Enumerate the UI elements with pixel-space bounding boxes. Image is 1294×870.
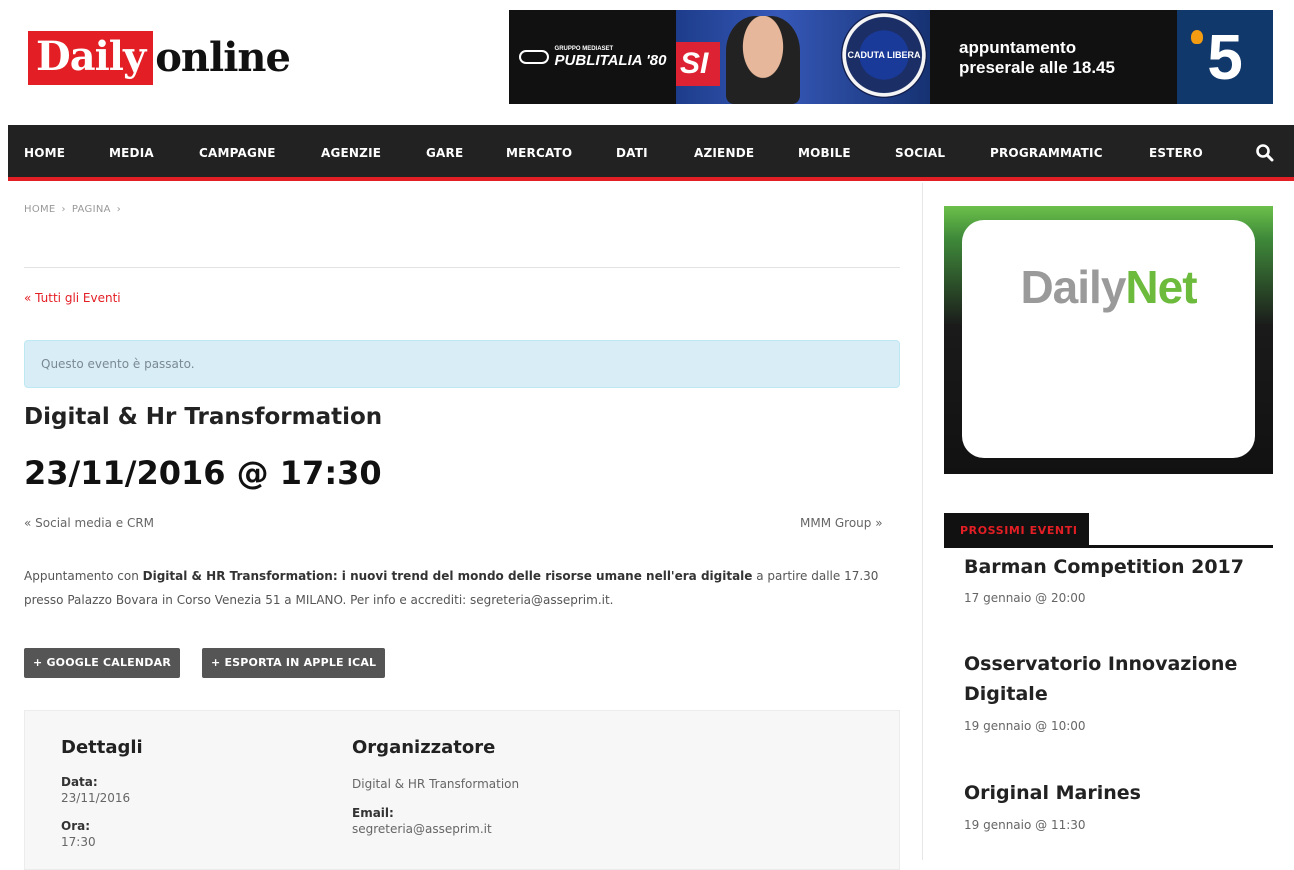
site-logo[interactable]: Daily online <box>28 26 291 90</box>
event-details-box: Dettagli Data: 23/11/2016 Ora: 17:30 Org… <box>24 710 900 870</box>
divider <box>24 267 900 268</box>
banner-text-line2: preserale alle 18.45 <box>959 58 1115 77</box>
nav-item-campagne[interactable]: CAMPAGNE <box>199 125 276 181</box>
banner-text-line1: appuntamento <box>959 38 1077 57</box>
dailynet-ad[interactable]: DailyNet <box>944 206 1273 474</box>
breadcrumb-page[interactable]: PAGINA <box>72 204 111 215</box>
nav-item-mercato[interactable]: MERCATO <box>506 125 572 181</box>
upcoming-event-title-line2: Digitale <box>964 683 1048 705</box>
nav-item-programmatic[interactable]: PROGRAMMATIC <box>990 125 1103 181</box>
banner-si-text: SI <box>676 42 720 86</box>
description-intro: Appuntamento con <box>24 569 143 583</box>
upcoming-event-title-line1: Osservatorio Innovazione <box>964 653 1238 675</box>
breadcrumb-home[interactable]: HOME <box>24 204 56 215</box>
presenter-photo <box>726 16 800 104</box>
event-passed-notice: Questo evento è passato. <box>24 340 900 388</box>
organizer-name[interactable]: Digital & HR Transformation <box>352 777 519 791</box>
description-bold: Digital & HR Transformation: i nuovi tre… <box>142 569 753 583</box>
event-datetime: 23/11/2016 @ 17:30 <box>24 454 382 492</box>
organizer-heading: Organizzatore <box>352 737 496 758</box>
date-label: Data: <box>61 775 98 789</box>
apple-ical-button[interactable]: + ESPORTA IN APPLE ICAL <box>202 648 386 678</box>
upcoming-event-date: 19 gennaio @ 11:30 <box>964 818 1086 832</box>
google-calendar-button[interactable]: + GOOGLE CALENDAR <box>24 648 180 678</box>
upcoming-event-date: 17 gennaio @ 20:00 <box>964 591 1086 605</box>
nav-item-aziende[interactable]: AZIENDE <box>694 125 754 181</box>
nav-item-home[interactable]: HOME <box>24 125 65 181</box>
banner-photo: SI CADUTA LIBERA <box>676 10 930 104</box>
dailynet-ad-card: DailyNet <box>962 220 1255 458</box>
next-event-link[interactable]: MMM Group » <box>800 516 883 530</box>
breadcrumb: HOME › PAGINA › <box>24 204 127 215</box>
upcoming-event-title[interactable]: Osservatorio Innovazione Digitale <box>964 649 1237 709</box>
caduta-libera-logo: CADUTA LIBERA <box>841 12 927 98</box>
nav-item-estero[interactable]: ESTERO <box>1149 125 1203 181</box>
publitalia-logo: GRUPPO MEDIASET PUBLITALIA '80 <box>509 10 676 104</box>
time-value: 17:30 <box>61 835 96 849</box>
main-nav: HOME MEDIA CAMPAGNE AGENZIE GARE MERCATO… <box>8 125 1294 181</box>
canale5-logo: 5 <box>1177 10 1273 104</box>
column-divider <box>922 183 923 860</box>
banner-text: appuntamento preserale alle 18.45 <box>959 38 1115 78</box>
search-icon[interactable] <box>1255 143 1275 163</box>
canale5-flame-icon <box>1191 30 1203 44</box>
nav-item-social[interactable]: SOCIAL <box>895 125 945 181</box>
upcoming-events-heading: PROSSIMI EVENTI <box>944 513 1089 546</box>
nav-item-dati[interactable]: DATI <box>616 125 648 181</box>
breadcrumb-separator: › <box>61 204 66 215</box>
event-title: Digital & Hr Transformation <box>24 404 383 430</box>
publitalia-text: PUBLITALIA '80 <box>554 51 667 69</box>
dailynet-logo-part1: Daily <box>1020 261 1126 313</box>
upcoming-events-rule <box>944 545 1273 548</box>
logo-online-part: online <box>155 34 291 81</box>
upcoming-event-date: 19 gennaio @ 10:00 <box>964 719 1086 733</box>
canale5-number: 5 <box>1207 21 1243 93</box>
top-banner-ad[interactable]: GRUPPO MEDIASET PUBLITALIA '80 SI CADUTA… <box>509 10 1273 104</box>
time-label: Ora: <box>61 819 91 833</box>
breadcrumb-separator: › <box>116 204 122 215</box>
nav-item-media[interactable]: MEDIA <box>109 125 154 181</box>
upcoming-event-title[interactable]: Barman Competition 2017 <box>964 552 1244 582</box>
nav-item-gare[interactable]: GARE <box>426 125 463 181</box>
email-label: Email: <box>352 806 394 820</box>
nav-item-mobile[interactable]: MOBILE <box>798 125 851 181</box>
email-value[interactable]: segreteria@asseprim.it <box>352 822 492 836</box>
dailynet-logo: DailyNet <box>962 260 1255 314</box>
logo-daily-part: Daily <box>28 31 154 85</box>
nav-item-agenzie[interactable]: AGENZIE <box>321 125 381 181</box>
upcoming-event-title[interactable]: Original Marines <box>964 778 1141 808</box>
details-heading: Dettagli <box>61 737 143 758</box>
dailynet-logo-part2: Net <box>1125 261 1197 313</box>
previous-event-link[interactable]: « Social media e CRM <box>24 516 154 530</box>
event-description: Appuntamento con Digital & HR Transforma… <box>24 564 900 612</box>
publitalia-icon <box>518 50 549 64</box>
all-events-link[interactable]: « Tutti gli Eventi <box>24 291 121 305</box>
date-value: 23/11/2016 <box>61 791 131 805</box>
